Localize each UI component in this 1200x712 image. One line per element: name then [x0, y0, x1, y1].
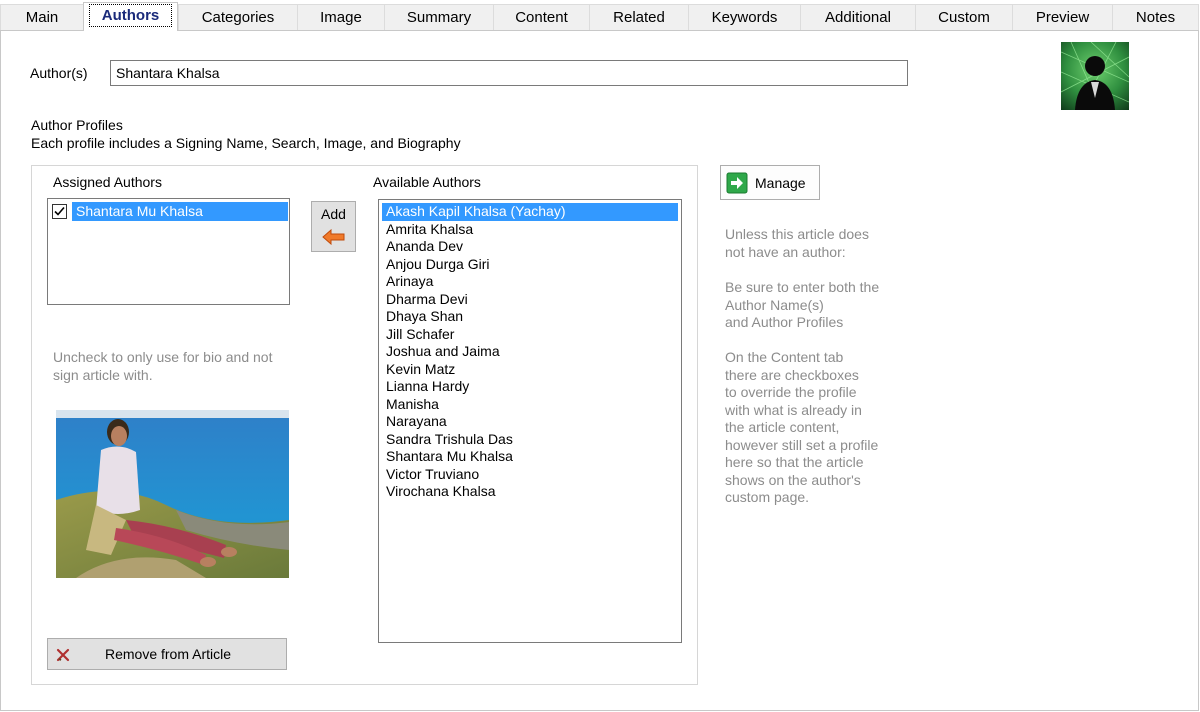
available-authors-label: Available Authors	[373, 174, 481, 190]
tab-label: Custom	[938, 9, 990, 26]
tab-related[interactable]: Related	[589, 4, 689, 30]
help-line: not have an author:	[725, 243, 846, 260]
assigned-authors-label: Assigned Authors	[53, 174, 162, 190]
help-line: Unless this article does	[725, 226, 869, 242]
tab-authors[interactable]: Authors	[83, 2, 178, 31]
tab-additional[interactable]: Additional	[800, 4, 916, 30]
avatar-silhouette-icon	[1061, 42, 1129, 110]
available-author-item[interactable]: Sandra Trishula Das	[382, 431, 678, 449]
help-paragraph-1: Unless this article does not have an aut…	[725, 226, 869, 261]
tab-notes[interactable]: Notes	[1112, 4, 1199, 30]
available-authors-list[interactable]: Akash Kapil Khalsa (Yachay) Amrita Khals…	[378, 199, 682, 643]
checkmark-icon	[54, 206, 65, 216]
manage-button-label: Manage	[755, 175, 806, 191]
help-line: and Author Profiles	[725, 314, 844, 330]
author-avatar	[1061, 42, 1129, 110]
tab-preview[interactable]: Preview	[1012, 4, 1113, 30]
add-author-button[interactable]: Add	[311, 201, 356, 252]
available-author-item[interactable]: Arinaya	[382, 273, 678, 291]
available-author-item[interactable]: Manisha	[382, 396, 678, 414]
uncheck-hint: Uncheck to only use for bio and not sign…	[53, 349, 272, 384]
author-photo-image	[56, 410, 289, 578]
remove-x-icon	[56, 648, 70, 662]
remove-from-article-button[interactable]: Remove from Article	[47, 638, 287, 670]
available-author-item[interactable]: Akash Kapil Khalsa (Yachay)	[382, 203, 678, 221]
available-author-item[interactable]: Kevin Matz	[382, 361, 678, 379]
available-author-item[interactable]: Dharma Devi	[382, 291, 678, 309]
uncheck-hint-line: sign article with.	[53, 366, 153, 383]
tab-main[interactable]: Main	[0, 4, 84, 30]
tab-label: Authors	[88, 4, 173, 27]
assigned-authors-list[interactable]: Shantara Mu Khalsa	[47, 198, 290, 305]
available-author-item[interactable]: Jill Schafer	[382, 326, 678, 344]
tab-label: Categories	[201, 9, 275, 26]
tab-label: Preview	[1035, 9, 1090, 26]
tab-label: Main	[25, 9, 59, 26]
available-author-item[interactable]: Anjou Durga Giri	[382, 256, 678, 274]
help-paragraph-2: Be sure to enter both the Author Name(s)…	[725, 279, 879, 332]
tab-custom[interactable]: Custom	[915, 4, 1013, 30]
tab-summary[interactable]: Summary	[384, 4, 494, 30]
tab-content[interactable]: Content	[493, 4, 590, 30]
authors-field-label: Author(s)	[30, 65, 88, 81]
tab-label: Summary	[406, 9, 472, 26]
available-author-item[interactable]: Amrita Khalsa	[382, 221, 678, 239]
assigned-author-item[interactable]: Shantara Mu Khalsa	[51, 202, 288, 221]
tab-keywords[interactable]: Keywords	[688, 4, 801, 30]
help-line: Author Name(s)	[725, 296, 824, 313]
tab-label: Additional	[825, 9, 891, 26]
help-line: the article content,	[725, 419, 840, 435]
profiles-description: Each profile includes a Signing Name, Se…	[31, 135, 461, 151]
available-author-item[interactable]: Lianna Hardy	[382, 378, 678, 396]
available-author-item[interactable]: Joshua and Jaima	[382, 343, 678, 361]
author-photo	[56, 410, 289, 578]
help-line: with what is already in	[725, 401, 862, 418]
assigned-author-name: Shantara Mu Khalsa	[72, 202, 288, 221]
tab-image[interactable]: Image	[297, 4, 385, 30]
available-author-item[interactable]: Virochana Khalsa	[382, 483, 678, 501]
authors-input[interactable]	[110, 60, 908, 86]
tab-label: Notes	[1135, 9, 1176, 26]
help-line: here so that the article	[725, 454, 864, 470]
help-line: however still set a profile	[725, 436, 879, 453]
help-line: On the Content tab	[725, 349, 844, 365]
left-arrow-icon	[322, 229, 345, 245]
available-author-item[interactable]: Narayana	[382, 413, 678, 431]
available-author-item[interactable]: Victor Truviano	[382, 466, 678, 484]
help-paragraph-3: On the Content tab there are checkboxes …	[725, 349, 878, 507]
tab-label: Related	[613, 9, 665, 26]
help-line: Be sure to enter both the	[725, 279, 880, 295]
profiles-title: Author Profiles	[31, 117, 123, 133]
tab-label: Image	[320, 9, 362, 26]
available-author-item[interactable]: Shantara Mu Khalsa	[382, 448, 678, 466]
help-line: custom page.	[725, 489, 810, 505]
manage-button[interactable]: Manage	[720, 165, 820, 200]
available-author-item[interactable]: Dhaya Shan	[382, 308, 678, 326]
help-line: to override the profile	[725, 384, 857, 400]
add-button-label: Add	[321, 206, 346, 222]
help-line: shows on the author's	[725, 471, 861, 488]
green-arrow-icon	[726, 172, 748, 194]
tab-categories[interactable]: Categories	[178, 4, 298, 30]
help-line: there are checkboxes	[725, 366, 859, 383]
available-author-item[interactable]: Ananda Dev	[382, 238, 678, 256]
tab-label: Content	[515, 9, 568, 26]
tab-bar: Main Authors Categories Image Summary Co…	[0, 0, 1200, 32]
uncheck-hint-line: Uncheck to only use for bio and not	[53, 349, 273, 365]
assigned-author-checkbox[interactable]	[52, 204, 67, 219]
tab-label: Keywords	[711, 9, 778, 26]
remove-button-label: Remove from Article	[104, 646, 232, 662]
